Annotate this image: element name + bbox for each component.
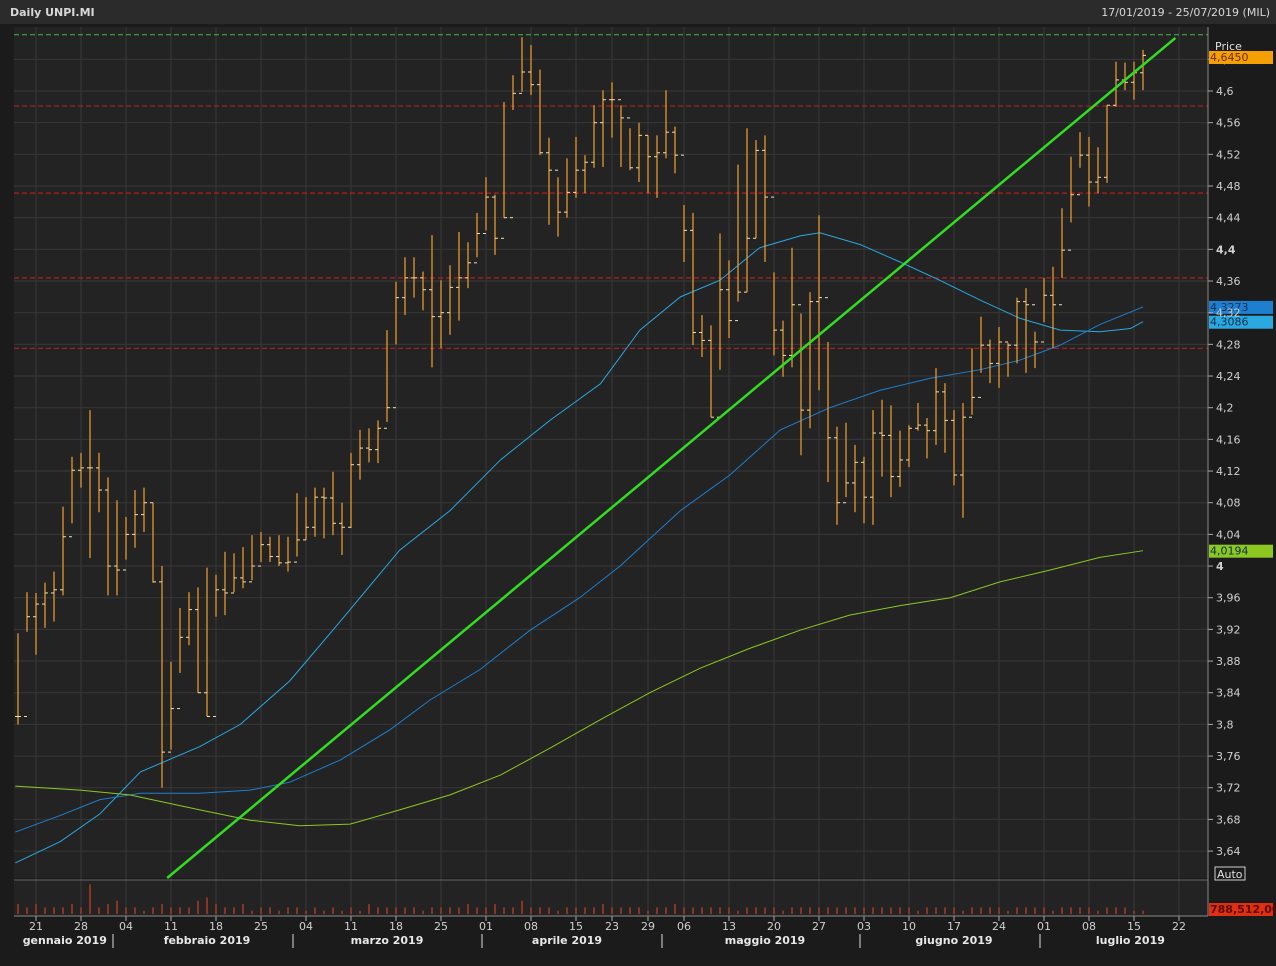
x-tick-label: 08 [1082, 920, 1096, 933]
y-tick-label: 4 [1216, 560, 1224, 573]
x-tick-label: 20 [767, 920, 781, 933]
x-tick-label: 18 [209, 920, 223, 933]
x-tick-label: 13 [722, 920, 736, 933]
y-tick-label: 4,36 [1216, 275, 1241, 288]
month-label: giugno 2019 [915, 934, 992, 947]
x-tick-label: 25 [434, 920, 448, 933]
x-tick-label: 15 [569, 920, 583, 933]
x-tick-label: 03 [857, 920, 871, 933]
y-tick-label: 3,8 [1216, 718, 1234, 731]
volume-value: 788,512,00 [1210, 903, 1276, 916]
x-tick-label: 01 [1037, 920, 1051, 933]
y-tick-label: 4,16 [1216, 433, 1241, 446]
x-tick-label: 18 [389, 920, 403, 933]
x-tick-label: 11 [344, 920, 358, 933]
x-tick-label: 15 [1127, 920, 1141, 933]
y-tick-label: 4,08 [1216, 497, 1241, 510]
y-tick-label: 4,32 [1216, 307, 1241, 320]
y-tick-label: 3,92 [1216, 623, 1241, 636]
y-tick-label: 3,68 [1216, 813, 1241, 826]
x-tick-label: 10 [902, 920, 916, 933]
y-tick-label: 4,12 [1216, 465, 1241, 478]
x-tick-label: 28 [74, 920, 88, 933]
x-tick-label: 24 [992, 920, 1006, 933]
month-label: febbraio 2019 [164, 934, 251, 947]
x-tick-label: 11 [164, 920, 178, 933]
x-tick-label: 21 [29, 920, 43, 933]
x-tick-label: 04 [119, 920, 133, 933]
x-tick-label: 25 [254, 920, 268, 933]
x-tick-label: 06 [677, 920, 691, 933]
month-label: luglio 2019 [1096, 934, 1165, 947]
y-tick-label: 3,96 [1216, 592, 1241, 605]
month-label: aprile 2019 [532, 934, 602, 947]
y-tick-label: 4,28 [1216, 338, 1241, 351]
last-price-value: 4,6450 [1210, 51, 1249, 64]
y-tick-label: 4,52 [1216, 148, 1241, 161]
x-tick-label: 08 [524, 920, 538, 933]
y-tick-label: 4,24 [1216, 370, 1241, 383]
x-tick-label: 17 [947, 920, 961, 933]
y-tick-label: 3,88 [1216, 655, 1241, 668]
y-tick-label: 3,72 [1216, 782, 1241, 795]
y-tick-label: 3,84 [1216, 687, 1241, 700]
y-tick-label: 4,2 [1216, 402, 1234, 415]
y-tick-label: 3,76 [1216, 750, 1241, 763]
x-tick-label: 22 [1172, 920, 1186, 933]
x-tick-label: 29 [641, 920, 655, 933]
ma-value-label: 4,0194 [1210, 545, 1249, 558]
y-tick-label: 4,56 [1216, 117, 1241, 130]
y-tick-label: 4,6 [1216, 85, 1234, 98]
auto-scale-label: Auto [1217, 868, 1243, 881]
x-tick-label: 04 [299, 920, 313, 933]
y-tick-label: 4,44 [1216, 212, 1241, 225]
x-tick-label: 27 [812, 920, 826, 933]
y-tick-label: 4,04 [1216, 528, 1241, 541]
y-tick-label: 3,64 [1216, 845, 1241, 858]
month-label: maggio 2019 [725, 934, 805, 947]
y-tick-label: 4,48 [1216, 180, 1241, 193]
price-chart[interactable]: 4,30864,32734,01944,644,64,564,524,484,4… [0, 0, 1276, 966]
volume-pane [14, 880, 1208, 916]
y-tick-label: 4,4 [1216, 243, 1236, 256]
month-label: marzo 2019 [351, 934, 424, 947]
x-tick-label: 23 [605, 920, 619, 933]
x-tick-label: 01 [479, 920, 493, 933]
month-label: gennaio 2019 [23, 934, 107, 947]
